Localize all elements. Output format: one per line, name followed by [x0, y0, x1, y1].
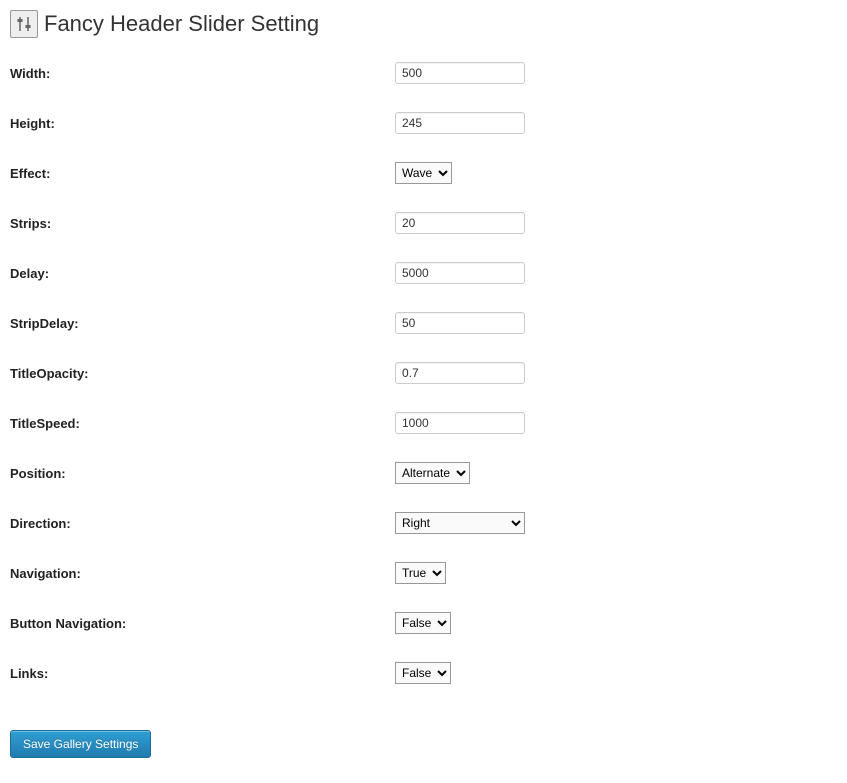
label-direction: Direction: — [10, 498, 395, 548]
delay-input[interactable] — [395, 262, 525, 284]
label-position: Position: — [10, 448, 395, 498]
stripdelay-input[interactable] — [395, 312, 525, 334]
save-gallery-settings-button[interactable]: Save Gallery Settings — [10, 730, 151, 758]
row-titlespeed: TitleSpeed: — [10, 398, 570, 448]
direction-select[interactable]: Right — [395, 512, 525, 534]
effect-select[interactable]: Wave — [395, 162, 452, 184]
row-buttonnavigation: Button Navigation: False — [10, 598, 570, 648]
row-position: Position: Alternate — [10, 448, 570, 498]
label-titlespeed: TitleSpeed: — [10, 398, 395, 448]
navigation-select[interactable]: True — [395, 562, 446, 584]
row-height: Height: — [10, 98, 570, 148]
row-stripdelay: StripDelay: — [10, 298, 570, 348]
label-stripdelay: StripDelay: — [10, 298, 395, 348]
row-direction: Direction: Right — [10, 498, 570, 548]
row-links: Links: False — [10, 648, 570, 698]
label-strips: Strips: — [10, 198, 395, 248]
buttonnavigation-select[interactable]: False — [395, 612, 451, 634]
titleopacity-input[interactable] — [395, 362, 525, 384]
label-width: Width: — [10, 48, 395, 98]
label-links: Links: — [10, 648, 395, 698]
label-effect: Effect: — [10, 148, 395, 198]
label-navigation: Navigation: — [10, 548, 395, 598]
row-strips: Strips: — [10, 198, 570, 248]
links-select[interactable]: False — [395, 662, 451, 684]
position-select[interactable]: Alternate — [395, 462, 470, 484]
titlespeed-input[interactable] — [395, 412, 525, 434]
row-width: Width: — [10, 48, 570, 98]
row-delay: Delay: — [10, 248, 570, 298]
width-input[interactable] — [395, 62, 525, 84]
label-delay: Delay: — [10, 248, 395, 298]
page-header: Fancy Header Slider Setting — [10, 10, 837, 38]
label-titleopacity: TitleOpacity: — [10, 348, 395, 398]
row-effect: Effect: Wave — [10, 148, 570, 198]
page-title: Fancy Header Slider Setting — [44, 11, 319, 37]
row-titleopacity: TitleOpacity: — [10, 348, 570, 398]
label-buttonnavigation: Button Navigation: — [10, 598, 395, 648]
row-navigation: Navigation: True — [10, 548, 570, 598]
height-input[interactable] — [395, 112, 525, 134]
settings-sliders-icon — [10, 10, 38, 38]
settings-form: Width: Height: Effect: Wave Strips: Dela… — [10, 48, 570, 698]
strips-input[interactable] — [395, 212, 525, 234]
label-height: Height: — [10, 98, 395, 148]
